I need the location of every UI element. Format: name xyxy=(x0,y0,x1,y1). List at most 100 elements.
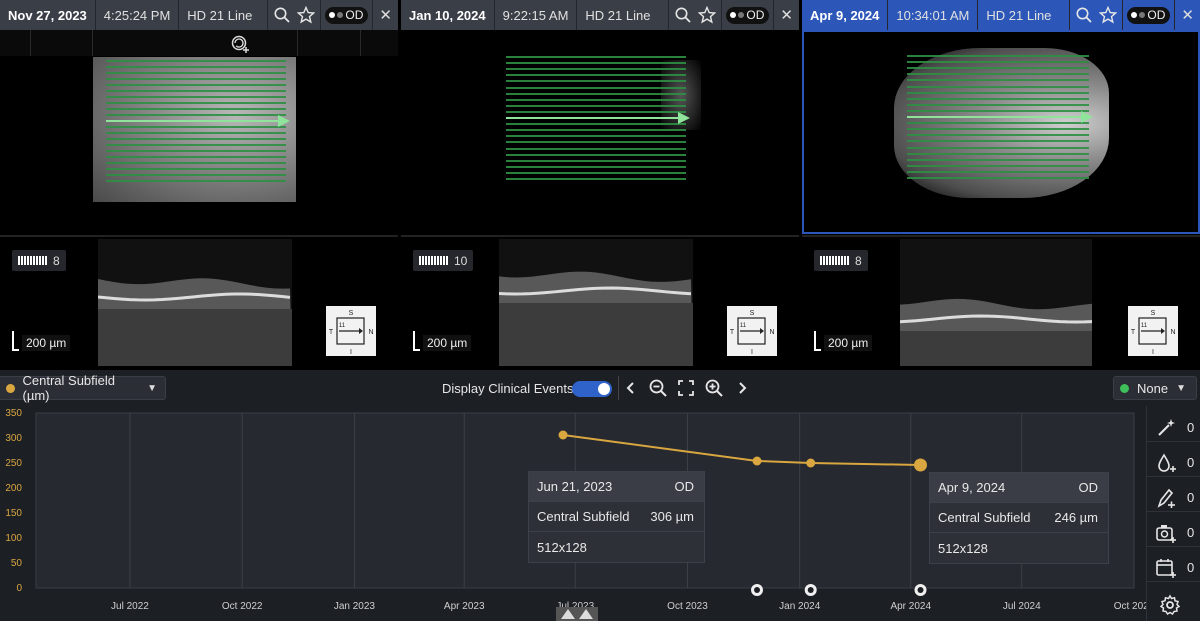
chevron-up-double-icon xyxy=(579,609,593,619)
scan-line xyxy=(106,114,286,116)
scale-label: 200 µm xyxy=(824,335,873,351)
scan-line xyxy=(907,170,1089,173)
header-icons xyxy=(669,0,723,30)
selected-scan-line xyxy=(907,116,1083,118)
scan-type: HD 21 Line xyxy=(577,0,670,30)
zoom-out-icon[interactable] xyxy=(648,378,668,398)
x-tick-label: Apr 2023 xyxy=(444,601,485,612)
expand-panel-tab[interactable] xyxy=(556,607,598,621)
scan-line xyxy=(506,159,686,162)
scan-line xyxy=(506,92,686,95)
camera-button[interactable]: 0 xyxy=(1147,519,1200,547)
close-icon[interactable]: ✕ xyxy=(1175,0,1200,30)
selected-scan-line xyxy=(506,117,680,119)
bscan-image[interactable] xyxy=(900,239,1092,366)
signal-quality: 8 xyxy=(814,250,868,271)
pen-button[interactable]: 0 xyxy=(1147,484,1200,512)
scan-line xyxy=(106,84,286,86)
tooltip-eye: OD xyxy=(674,479,695,494)
scan-line xyxy=(907,177,1089,179)
fit-to-screen-icon[interactable] xyxy=(676,378,696,398)
scan-line xyxy=(506,141,686,144)
search-icon[interactable] xyxy=(273,6,291,24)
scan-line xyxy=(106,150,286,152)
chevron-right-icon[interactable] xyxy=(732,378,752,398)
signal-bar xyxy=(832,256,834,265)
scan-panel-2[interactable]: Jan 10, 2024 9:22:15 AM HD 21 Line OD ✕ … xyxy=(401,0,799,370)
eye-dot-icon xyxy=(730,12,737,18)
tooltip-date: Apr 9, 2024 xyxy=(938,480,1006,495)
scan-type: HD 21 Line xyxy=(179,0,269,30)
bscan-image[interactable] xyxy=(499,239,693,366)
annotation-count: 0 xyxy=(1187,525,1195,540)
close-icon[interactable]: ✕ xyxy=(774,0,799,30)
arrow-right-icon xyxy=(678,112,690,124)
close-icon[interactable]: ✕ xyxy=(373,0,398,30)
signal-bar xyxy=(30,256,32,265)
signal-quality: 8 xyxy=(12,250,66,271)
bscan-image[interactable] xyxy=(98,239,292,366)
x-tick-label: Jul 2022 xyxy=(111,601,149,612)
settings-button[interactable] xyxy=(1147,591,1200,619)
chevron-left-icon[interactable] xyxy=(621,378,641,398)
signal-bar xyxy=(431,256,433,265)
eye-label: OD xyxy=(345,8,364,22)
eye-dot-icon xyxy=(738,12,745,18)
signal-bar xyxy=(24,256,26,265)
header-icons xyxy=(1070,0,1124,30)
scan-line xyxy=(907,97,1089,100)
trend-chart[interactable]: Jul 2022Oct 2022Jan 2023Apr 2023Jul 2023… xyxy=(0,406,1146,621)
metric-dropdown[interactable]: Central Subfield (µm) ▼ xyxy=(0,373,166,403)
star-icon[interactable] xyxy=(1099,6,1118,24)
y-tick-label: 250 xyxy=(5,458,22,469)
signal-bars-icon xyxy=(18,256,47,265)
scan-line xyxy=(907,122,1089,125)
eye-dot-icon xyxy=(1131,12,1138,18)
scan-line xyxy=(106,96,286,98)
calendar-button[interactable]: 0 xyxy=(1147,554,1200,582)
eye-label: OD xyxy=(1147,8,1166,22)
scan-panel-3[interactable]: Apr 9, 2024 10:34:01 AM HD 21 Line OD ✕ … xyxy=(802,0,1200,370)
filter-dropdown[interactable]: None ▼ xyxy=(1113,376,1197,400)
tooltip-date: Jun 21, 2023 xyxy=(537,479,613,494)
scan-line xyxy=(907,109,1089,112)
scan-line xyxy=(106,144,286,146)
gear-icon xyxy=(1159,594,1181,616)
scan-lines xyxy=(106,60,290,182)
fundus-view[interactable] xyxy=(401,30,799,235)
scale-bar: 200 µm xyxy=(814,331,873,351)
search-icon[interactable] xyxy=(1075,6,1093,24)
fundus-view[interactable] xyxy=(0,30,398,235)
scan-panel-1[interactable]: Nov 27, 2023 4:25:24 PM HD 21 Line OD ✕ … xyxy=(0,0,398,370)
scan-line xyxy=(106,102,286,104)
svg-text:I: I xyxy=(751,349,753,356)
signal-bar xyxy=(838,256,840,265)
scan-lines xyxy=(506,56,690,180)
eye-toggle[interactable]: OD xyxy=(321,0,374,30)
calendar-plus-icon xyxy=(1156,558,1176,578)
orientation-compass-icon: S I T N 11 xyxy=(1128,306,1178,356)
star-icon[interactable] xyxy=(698,6,717,24)
signal-bar xyxy=(835,256,837,265)
scan-line xyxy=(506,74,686,77)
magic-wand-icon xyxy=(1158,418,1175,436)
scan-line xyxy=(106,180,286,182)
magic-wand-button[interactable]: 0 xyxy=(1147,414,1200,442)
data-point xyxy=(752,456,762,466)
signal-bar xyxy=(425,256,427,265)
droplet-button[interactable]: 0 xyxy=(1147,449,1200,477)
eye-toggle[interactable]: OD xyxy=(722,0,775,30)
signal-bar xyxy=(27,256,29,265)
display-events-toggle[interactable] xyxy=(572,381,612,397)
eye-toggle[interactable]: OD xyxy=(1123,0,1176,30)
scan-line xyxy=(506,68,686,71)
signal-bar xyxy=(829,256,831,265)
search-icon[interactable] xyxy=(674,6,692,24)
arrow-right-icon xyxy=(1081,111,1093,123)
zoom-in-icon[interactable] xyxy=(704,378,724,398)
x-tick-label: Jul 2024 xyxy=(1003,601,1041,612)
svg-text:S: S xyxy=(750,310,755,317)
display-events-label: Display Clinical Events xyxy=(442,381,574,396)
fundus-view[interactable] xyxy=(802,30,1200,234)
star-icon[interactable] xyxy=(297,6,316,24)
